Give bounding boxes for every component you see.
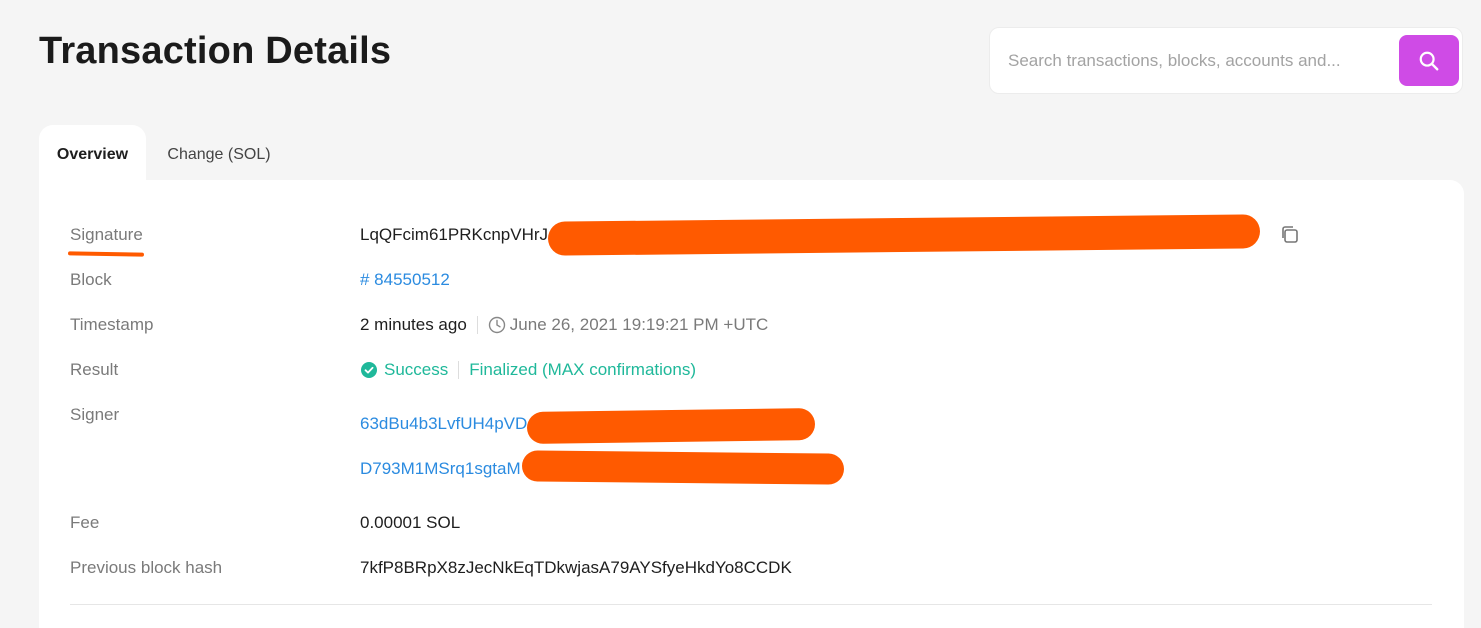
tab-overview[interactable]: Overview (39, 125, 146, 185)
timestamp-relative: 2 minutes ago (360, 315, 467, 334)
result-separator (458, 361, 460, 379)
page: Transaction Details Overview Change (SOL… (0, 0, 1481, 628)
clock-icon (488, 316, 505, 334)
search-icon (1419, 51, 1439, 70)
divider (70, 604, 1432, 605)
timestamp-separator (476, 316, 478, 334)
signer-label: Signer (70, 405, 120, 424)
check-circle-icon (361, 362, 377, 378)
copy-icon[interactable] (1279, 224, 1301, 246)
timestamp-absolute: June 26, 2021 19:19:21 PM +UTC (509, 315, 769, 334)
page-title: Transaction Details (39, 30, 392, 72)
fee-label: Fee (70, 513, 100, 532)
signer-link-1[interactable]: 63dBu4b3LvfUH4pVD (360, 414, 527, 434)
block-label: Block (70, 270, 112, 289)
previous-block-hash-label: Previous block hash (70, 558, 223, 577)
timestamp-value: 2 minutes ago June 26, 2021 19:19:21 PM … (360, 315, 768, 335)
result-status: Success (384, 360, 449, 379)
result-label: Result (70, 360, 119, 379)
block-link[interactable]: # 84550512 (360, 270, 450, 290)
redaction-mark (521, 450, 845, 485)
search-input[interactable] (1008, 48, 1388, 74)
result-confirmation: Finalized (MAX confirmations) (469, 360, 696, 379)
search-box (989, 27, 1463, 94)
signature-value: LqQFcim61PRKcnpVHrJ (360, 225, 549, 244)
signature-label: Signature (70, 225, 143, 244)
tab-change-sol[interactable]: Change (SOL) (146, 125, 292, 185)
timestamp-label: Timestamp (70, 315, 154, 334)
signer-link-2[interactable]: D793M1MSrq1sgtaM (360, 459, 521, 479)
result-value: Success Finalized (MAX confirmations) (360, 360, 696, 380)
previous-block-hash-value: 7kfP8BRpX8zJecNkEqTDkwjasA79AYSfyeHkdYo8… (360, 558, 792, 577)
redaction-mark (526, 407, 816, 445)
fee-value: 0.00001 SOL (360, 513, 461, 532)
search-button[interactable] (1399, 35, 1459, 86)
